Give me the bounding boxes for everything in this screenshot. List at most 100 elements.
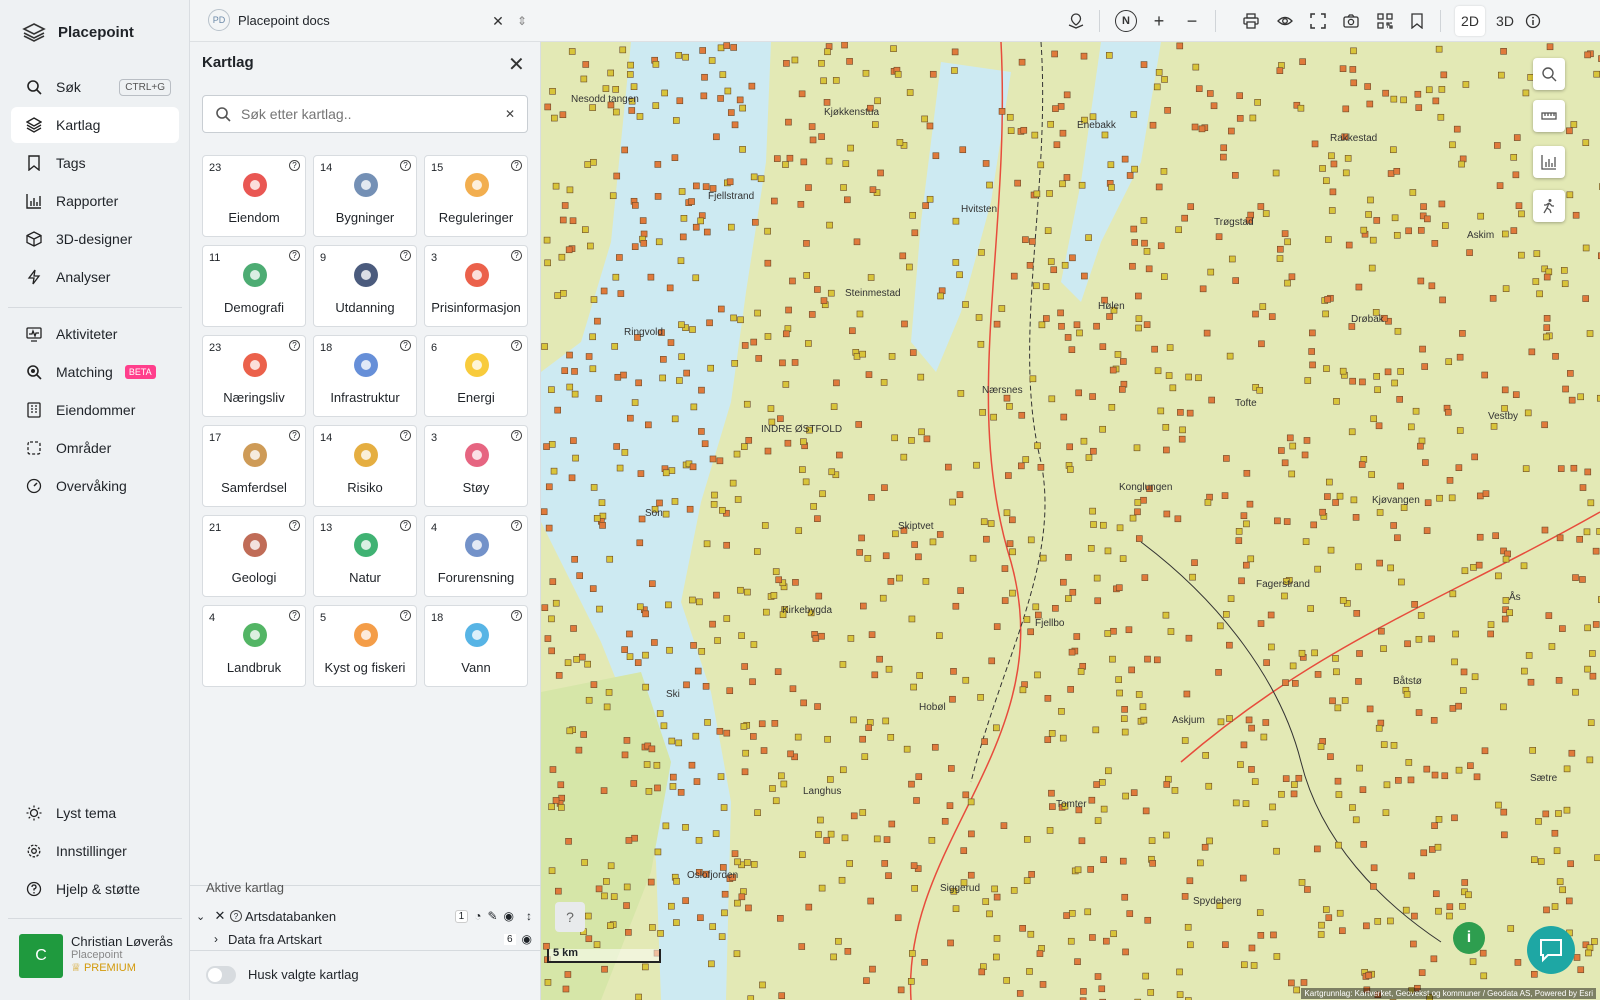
map-help-icon[interactable]: ? <box>555 902 585 932</box>
sidebar-item-overvaking[interactable]: Overvåking <box>11 468 179 504</box>
document-selector[interactable]: PD Placepoint docs <box>208 9 330 31</box>
clear-doc-icon[interactable]: ✕ <box>487 10 509 32</box>
camera-icon[interactable] <box>1340 10 1362 32</box>
category-card-natur[interactable]: 13? Natur <box>313 515 417 597</box>
help-icon[interactable]: ? <box>400 250 411 261</box>
eye-icon[interactable] <box>1274 10 1296 32</box>
category-card-geologi[interactable]: 21? Geologi <box>202 515 306 597</box>
category-card-demografi[interactable]: 11? Demografi <box>202 245 306 327</box>
layer-count: 18 <box>320 342 333 354</box>
category-card-landbruk[interactable]: 4? Landbruk <box>202 605 306 687</box>
help-icon[interactable]: ? <box>289 610 300 621</box>
info-fab[interactable]: i <box>1453 922 1485 954</box>
close-icon[interactable]: ✕ <box>508 52 525 77</box>
sidebar-item-lyst-tema[interactable]: Lyst tema <box>11 795 179 831</box>
fullscreen-icon[interactable] <box>1307 10 1329 32</box>
measure-tool[interactable] <box>1533 100 1565 132</box>
sprout-icon <box>243 623 267 647</box>
help-icon[interactable]: ? <box>400 160 411 171</box>
help-icon[interactable]: ? <box>400 430 411 441</box>
sidebar-item-rapporter[interactable]: Rapporter <box>11 183 179 219</box>
help-icon[interactable]: ? <box>400 520 411 531</box>
help-icon[interactable]: ? <box>289 250 300 261</box>
eye-icon[interactable]: ◉ <box>504 909 514 923</box>
zoom-in-icon[interactable]: + <box>1148 10 1170 32</box>
print-icon[interactable] <box>1240 10 1262 32</box>
category-card-bygninger[interactable]: 14? Bygninger <box>313 155 417 237</box>
chevron-right-icon[interactable]: › <box>214 932 228 946</box>
help-icon[interactable]: ? <box>511 520 522 531</box>
help-icon[interactable]: ? <box>289 430 300 441</box>
sidebar-item-sok[interactable]: Søk CTRL+G <box>11 69 179 105</box>
help-icon[interactable]: ? <box>511 340 522 351</box>
category-card-kyst-og-fiskeri[interactable]: 5? Kyst og fiskeri <box>313 605 417 687</box>
help-icon[interactable]: ? <box>511 160 522 171</box>
mode-3d-button[interactable]: 3D <box>1490 6 1520 36</box>
sidebar-item-matching[interactable]: Matching BETA <box>11 354 179 390</box>
plan-label: PREMIUM <box>83 962 136 974</box>
help-icon[interactable]: ? <box>289 520 300 531</box>
statistics-tool[interactable] <box>1533 146 1565 178</box>
category-card-næringsliv[interactable]: 23? Næringsliv <box>202 335 306 417</box>
help-icon[interactable]: ? <box>289 160 300 171</box>
category-card-reguleringer[interactable]: 15? Reguleringer <box>424 155 528 237</box>
expand-updown-icon[interactable]: ⇕ <box>511 10 533 32</box>
search-input[interactable] <box>241 106 495 122</box>
clear-search-icon[interactable]: ✕ <box>505 107 515 121</box>
map-canvas[interactable]: Nesodd tangen Fjellstrand Steinmestad Nærsn… <box>541 42 1600 1000</box>
help-icon[interactable]: ? <box>400 610 411 621</box>
help-icon[interactable]: ? <box>511 430 522 441</box>
qr-code-icon[interactable] <box>1374 10 1396 32</box>
eye-icon[interactable]: ◉ <box>522 932 532 946</box>
sidebar-item-hjelp[interactable]: Hjelp & støtte <box>11 871 179 907</box>
sub-layer-row[interactable]: › Data fra Artskart 6 ◉ <box>214 928 536 950</box>
sidebar-item-3d-designer[interactable]: 3D-designer <box>11 221 179 257</box>
category-card-risiko[interactable]: 14? Risiko <box>313 425 417 507</box>
zoom-out-icon[interactable]: − <box>1181 10 1203 32</box>
palette-icon[interactable]: ◔ <box>474 909 481 923</box>
user-profile[interactable]: C Christian Løverås Placepoint ♕ PREMIUM <box>19 934 173 978</box>
help-icon[interactable]: ? <box>230 910 242 922</box>
sidebar-item-kartlag[interactable]: Kartlag <box>11 107 179 143</box>
sidebar-item-omrader[interactable]: Områder <box>11 430 179 466</box>
map-base[interactable]: Nesodd tangen Fjellstrand Steinmestad Nærsn… <box>541 42 1600 1000</box>
edit-icon[interactable]: ✎ <box>487 909 497 923</box>
help-icon[interactable]: ? <box>400 340 411 351</box>
remove-layer-icon[interactable]: ✕ <box>210 908 230 924</box>
category-card-forurensning[interactable]: 4? Forurensning <box>424 515 528 597</box>
category-card-eiendom[interactable]: 23? Eiendom <box>202 155 306 237</box>
sidebar-item-aktiviteter[interactable]: Aktiviteter <box>11 316 179 352</box>
office-building-icon <box>354 173 378 197</box>
remember-layers-toggle[interactable] <box>206 966 236 984</box>
place-label: Trøgstad <box>1214 217 1254 228</box>
category-card-samferdsel[interactable]: 17? Samferdsel <box>202 425 306 507</box>
category-card-vann[interactable]: 18? Vann <box>424 605 528 687</box>
help-icon[interactable]: ? <box>511 610 522 621</box>
category-label: Prisinformasjon <box>431 300 521 315</box>
active-layer-row[interactable]: ⌄ ✕ ? Artsdatabanken 1 ◔ ✎ ◉ ↕ <box>196 905 536 927</box>
help-icon[interactable]: ? <box>289 340 300 351</box>
mode-2d-button[interactable]: 2D <box>1455 6 1485 36</box>
compass-button[interactable]: N <box>1115 10 1137 32</box>
sidebar-item-analyser[interactable]: Analyser <box>11 259 179 295</box>
category-card-utdanning[interactable]: 9? Utdanning <box>313 245 417 327</box>
bookmark-icon[interactable] <box>1406 10 1428 32</box>
help-icon[interactable]: ? <box>511 250 522 261</box>
map-search-tool[interactable] <box>1533 58 1565 90</box>
category-card-infrastruktur[interactable]: 18? Infrastruktur <box>313 335 417 417</box>
info-icon[interactable] <box>1522 10 1544 32</box>
chevron-down-icon[interactable]: ⌄ <box>196 910 210 923</box>
chat-button[interactable] <box>1527 926 1575 974</box>
travel-time-tool[interactable] <box>1533 190 1565 222</box>
category-card-prisinformasjon[interactable]: 3? Prisinformasjon <box>424 245 528 327</box>
sidebar-item-tags[interactable]: Tags <box>11 145 179 181</box>
sidebar-item-eiendommer[interactable]: Eiendommer <box>11 392 179 428</box>
category-card-støy[interactable]: 3? Støy <box>424 425 528 507</box>
layer-count: 23 <box>209 342 222 354</box>
category-card-energi[interactable]: 6? Energi <box>424 335 528 417</box>
map-style-icon[interactable] <box>1065 10 1087 32</box>
brand[interactable]: Placepoint <box>22 22 134 42</box>
reorder-icon[interactable]: ↕ <box>526 909 532 923</box>
noise-gauge-icon <box>465 443 489 467</box>
sidebar-item-innstillinger[interactable]: Innstillinger <box>11 833 179 869</box>
